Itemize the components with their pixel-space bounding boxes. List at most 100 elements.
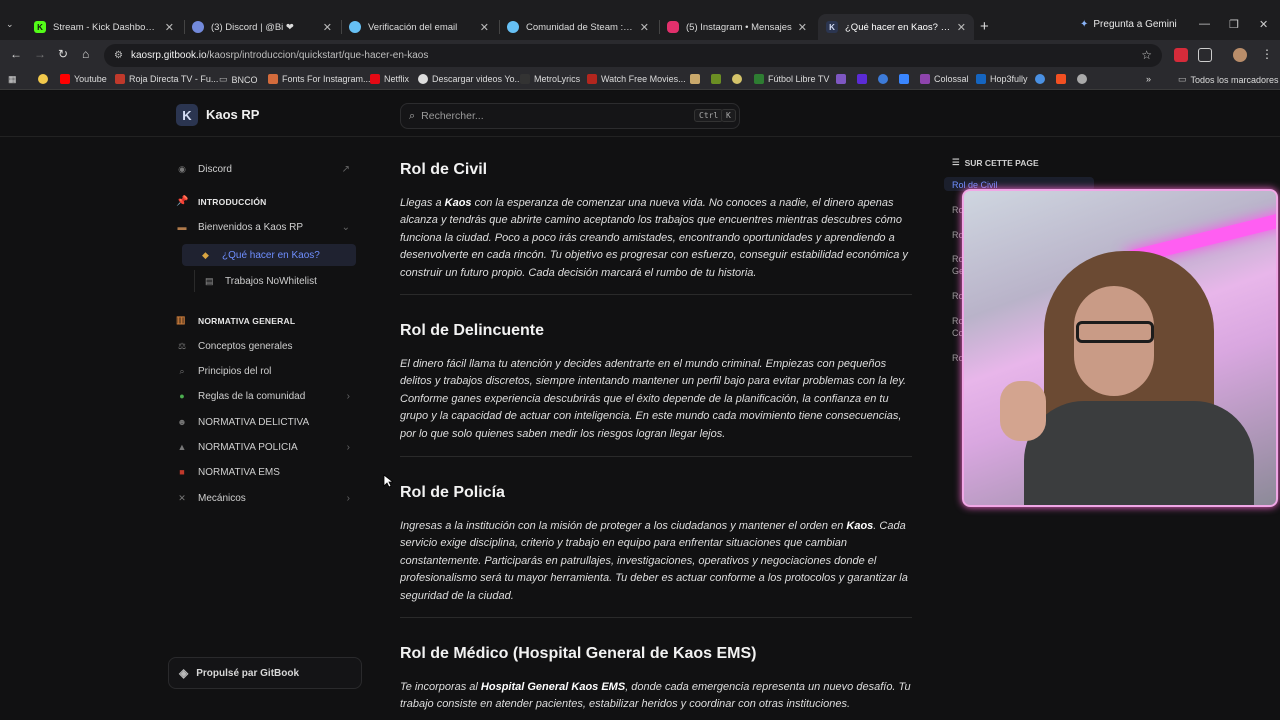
search-icon: ⌕ — [409, 109, 416, 122]
address-bar[interactable]: ⚙ kaosrp.gitbook.io/kaosrp/introduccion/… — [104, 44, 1162, 67]
bookmark-futbol-libre[interactable]: Fútbol Libre TV — [754, 74, 829, 84]
heading-rol-delincuente[interactable]: Rol de Delincuente — [400, 322, 912, 340]
close-icon[interactable]: ✕ — [165, 21, 174, 34]
bookmark-icon-a[interactable] — [690, 74, 700, 84]
sidebar-section-normativa: ▥ NORMATIVA GENERAL — [176, 315, 296, 326]
forward-icon[interactable]: → — [34, 47, 46, 61]
tab-steam-community[interactable]: Comunidad de Steam :: giselm... ✕ — [499, 14, 657, 40]
sidebar-item-bienvenidos[interactable]: ▬ Bienvenidos a Kaos RP ⌄ — [176, 216, 356, 238]
sidebar-item-normativa-policia[interactable]: ▲ NORMATIVA POLICIA › — [176, 436, 356, 458]
roja-icon — [115, 74, 125, 84]
tab-kaos-rp[interactable]: K ¿Qué hacer en Kaos? | Kaos RP ✕ — [818, 14, 974, 40]
powered-by-gitbook[interactable]: ◈ Propulsé par GitBook — [168, 657, 362, 689]
bookmark-youtube[interactable]: Youtube — [60, 74, 107, 84]
bookmark-icon-e[interactable] — [857, 74, 867, 84]
close-icon[interactable]: ✕ — [480, 21, 489, 34]
chevron-right-icon[interactable]: › — [347, 493, 350, 504]
heading-rol-policia[interactable]: Rol de Policía — [400, 484, 912, 502]
profile-avatar-icon[interactable] — [1233, 48, 1247, 62]
heading-rol-medico[interactable]: Rol de Médico (Hospital General de Kaos … — [400, 645, 912, 663]
gitbook-icon: ◈ — [179, 666, 189, 680]
tab-list-chevron-icon[interactable]: ⌄ — [6, 19, 14, 30]
bookmark-watch-free-movies[interactable]: Watch Free Movies... — [587, 74, 686, 84]
kbd-ctrl: Ctrl — [694, 109, 724, 122]
folder-icon: ▭ — [1178, 74, 1187, 84]
chevron-right-icon[interactable]: › — [347, 442, 350, 453]
close-icon[interactable]: ✕ — [798, 21, 807, 34]
section-rol-policia: Rol de Policía Ingresas a la institución… — [400, 484, 912, 605]
apps-grid-icon[interactable]: ▦ — [8, 74, 17, 85]
new-tab-button[interactable]: + — [980, 18, 989, 35]
extension-icon[interactable] — [1174, 48, 1188, 62]
bookmarks-bar: ▦ Youtube Roja Directa TV - Fu... ▭ BNCO … — [0, 70, 1280, 90]
divider — [400, 617, 912, 618]
paragraph-rol-delincuente: El dinero fácil llama tu atención y deci… — [400, 358, 907, 440]
sidebar-item-reglas[interactable]: ● Reglas de la comunidad › — [176, 385, 356, 407]
sidebar-item-normativa-delictiva[interactable]: ☻ NORMATIVA DELICTIVA — [176, 411, 356, 433]
bookmark-fonts-instagram[interactable]: Fonts For Instagram... — [268, 74, 371, 84]
kick-icon: K — [34, 21, 46, 33]
main-content: Rol de Civil Llegas a Kaos con la espera… — [400, 147, 912, 720]
gemini-button[interactable]: ✦ Pregunta a Gemini — [1080, 19, 1177, 30]
bookmark-metrolyrics[interactable]: MetroLyrics — [520, 74, 580, 84]
bookmark-colossal[interactable]: Colossal — [920, 74, 969, 84]
restore-icon[interactable]: ❐ — [1229, 18, 1239, 31]
sidebar-item-mecanicos[interactable]: ✕ Mecánicos › — [176, 487, 356, 509]
bookmark-icon-g[interactable] — [899, 74, 909, 84]
site-name[interactable]: Kaos RP — [206, 107, 259, 122]
sidebar-item-normativa-ems[interactable]: ■ NORMATIVA EMS — [176, 461, 356, 483]
site-header: K Kaos RP ⌕ Rechercher... Ctrl K — [0, 91, 1280, 137]
menu-kebab-icon[interactable]: ⋮ — [1261, 47, 1273, 61]
bookmark-emoji-icon[interactable] — [38, 74, 48, 84]
tools-icon: ✕ — [178, 492, 186, 503]
tab-email-verification[interactable]: Verificación del email ✕ — [341, 14, 497, 40]
bookmark-icon-f[interactable] — [878, 74, 888, 84]
close-icon[interactable]: ✕ — [640, 21, 649, 34]
reload-icon[interactable]: ↻ — [58, 47, 68, 61]
external-link-icon: ↗ — [341, 163, 350, 175]
chevron-down-icon[interactable]: ⌄ — [342, 222, 350, 233]
mouse-cursor-icon — [383, 474, 393, 488]
site-info-icon[interactable]: ⚙ — [114, 50, 123, 61]
bookmark-icon-c[interactable] — [732, 74, 742, 84]
bookmark-roja-directa[interactable]: Roja Directa TV - Fu... — [115, 74, 218, 84]
bookmark-star-icon[interactable]: ☆ — [1141, 48, 1152, 62]
sidebar-item-principios[interactable]: ⌕ Principios del rol — [176, 360, 356, 382]
bookmark-netflix[interactable]: Netflix — [370, 74, 409, 84]
sidebar-item-que-hacer[interactable]: ◆ ¿Qué hacer en Kaos? — [182, 244, 356, 266]
fonts-icon — [268, 74, 278, 84]
sidebar-item-conceptos[interactable]: ⚖ Conceptos generales — [176, 335, 356, 357]
close-icon[interactable]: ✕ — [323, 21, 332, 34]
kbd-k: K — [721, 109, 736, 122]
bookmark-bnco[interactable]: ▭ BNCO — [219, 74, 258, 85]
bookmark-icon-h[interactable] — [1035, 74, 1045, 84]
close-icon[interactable]: ✕ — [957, 21, 966, 34]
bookmark-icon-d[interactable] — [836, 74, 846, 84]
sidebar-item-discord[interactable]: ◉ Discord ↗ — [176, 158, 356, 180]
minimize-icon[interactable]: — — [1199, 18, 1210, 30]
tab-instagram[interactable]: (5) Instagram • Mensajes ✕ — [659, 14, 815, 40]
bookmark-icon-b[interactable] — [711, 74, 721, 84]
bookmark-hop3fully[interactable]: Hop3fully — [976, 74, 1028, 84]
bookmark-icon-i[interactable] — [1056, 74, 1066, 84]
all-bookmarks-folder[interactable]: ▭ Todos los marcadores — [1178, 74, 1279, 85]
sidebar-item-trabajos-nowhitelist[interactable]: ▤ Trabajos NoWhitelist — [194, 270, 356, 292]
bookmark-descargar-videos[interactable]: Descargar videos Yo... — [418, 74, 522, 84]
search-input[interactable]: ⌕ Rechercher... Ctrl K — [400, 103, 740, 129]
window-close-icon[interactable]: ✕ — [1259, 18, 1268, 31]
document-icon: ▤ — [205, 275, 214, 286]
site-logo[interactable]: K — [176, 104, 198, 126]
extensions-puzzle-icon[interactable] — [1198, 48, 1212, 62]
discord-icon — [192, 21, 204, 33]
heading-rol-civil[interactable]: Rol de Civil — [400, 161, 912, 179]
more-bookmarks-icon[interactable]: » — [1146, 74, 1151, 84]
on-this-page-toc: ☰ SUR CETTE PAGE Rol de Civil Ro Ro Ro G… — [944, 157, 1102, 363]
chevron-right-icon[interactable]: › — [347, 391, 350, 402]
colossal-icon — [920, 74, 930, 84]
back-icon[interactable]: ← — [10, 47, 22, 61]
bookmark-icon-j[interactable] — [1077, 74, 1087, 84]
tab-kick-dashboard[interactable]: K Stream - Kick Dashboard ✕ — [26, 14, 182, 40]
toc-title: ☰ SUR CETTE PAGE — [952, 157, 1039, 168]
tab-discord[interactable]: (3) Discord | @Bi ❤ ✕ — [184, 14, 340, 40]
home-icon[interactable]: ⌂ — [82, 47, 89, 61]
